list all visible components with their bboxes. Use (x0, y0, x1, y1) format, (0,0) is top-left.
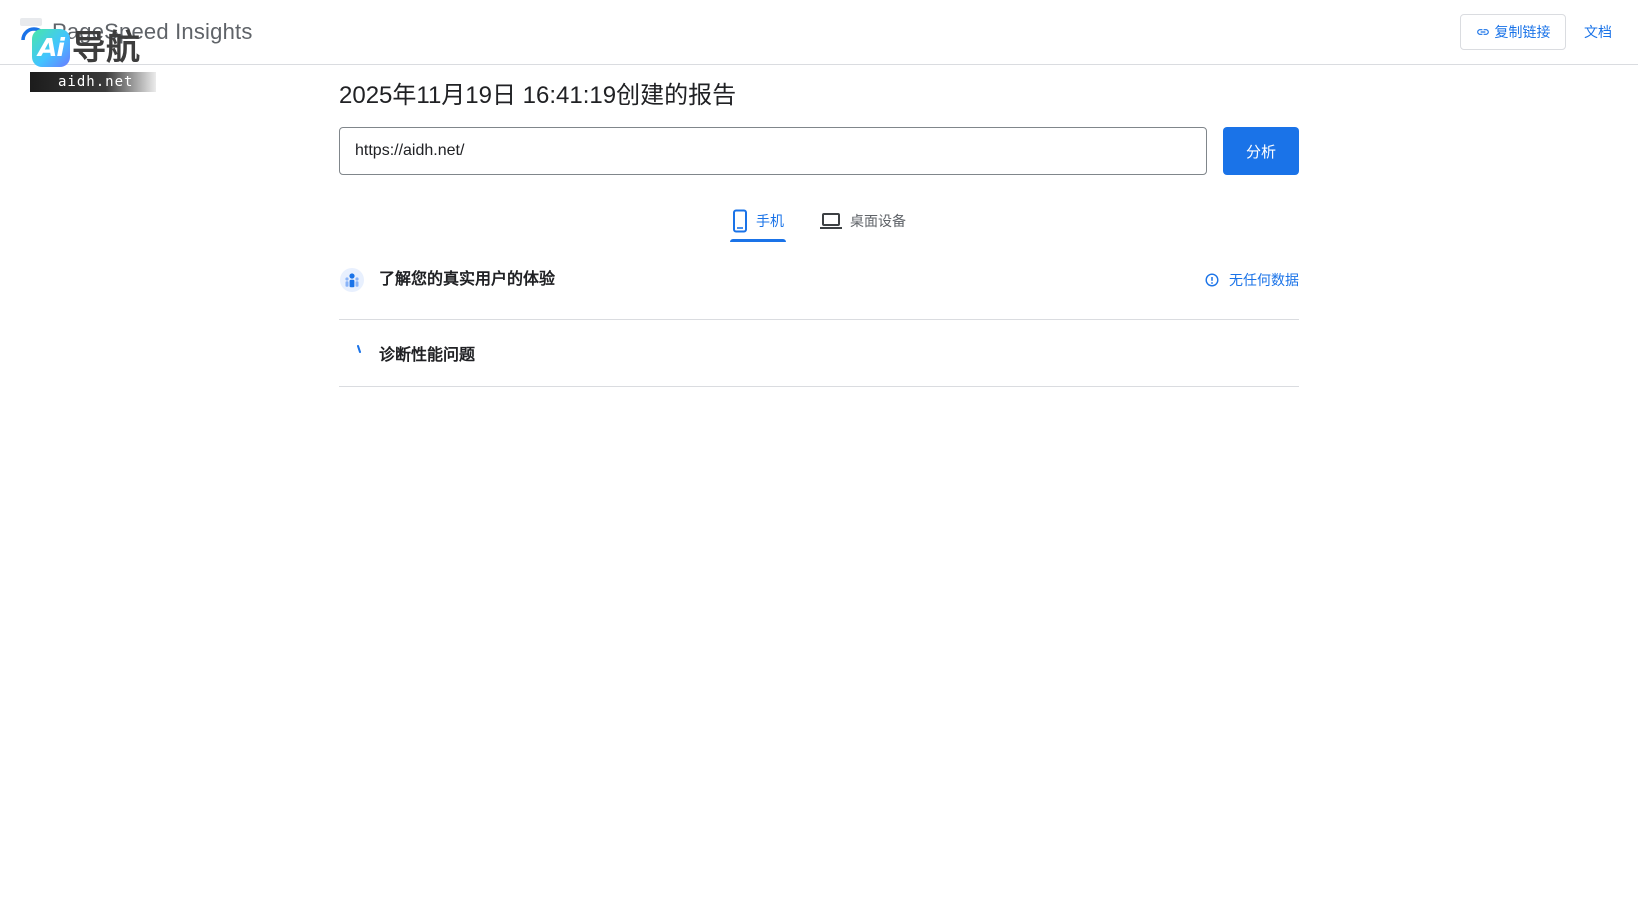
url-input[interactable] (339, 127, 1207, 175)
analyze-button[interactable]: 分析 (1223, 127, 1299, 175)
docs-link[interactable]: 文档 (1584, 20, 1612, 44)
device-tabs: 手机 桌面设备 (730, 200, 940, 242)
no-data-label: 无任何数据 (1229, 272, 1299, 288)
watermark-url: aidh.net (30, 72, 156, 92)
mobile-icon (733, 209, 747, 233)
tab-desktop-label: 桌面设备 (850, 213, 906, 229)
watermark: Ai 导航 aidh.net (28, 22, 158, 94)
copy-link-button[interactable]: 复制链接 (1460, 14, 1566, 50)
no-data-status[interactable]: 无任何数据 (1205, 268, 1299, 292)
report-title: 2025年11月19日 16:41:19创建的报告 (339, 82, 737, 109)
tab-mobile-label: 手机 (756, 213, 784, 229)
info-icon (1205, 273, 1219, 287)
loading-spinner-icon (355, 342, 363, 360)
tab-mobile[interactable]: 手机 (730, 200, 786, 242)
tab-desktop[interactable]: 桌面设备 (818, 200, 908, 242)
users-icon (339, 267, 365, 298)
real-user-experience-section[interactable]: 了解您的真实用户的体验 无任何数据 (339, 244, 1299, 320)
watermark-name: 导航 (72, 28, 140, 68)
copy-link-label: 复制链接 (1494, 24, 1551, 40)
watermark-badge: Ai (32, 29, 70, 67)
link-icon (1476, 29, 1489, 35)
top-bar: PageSpeed Insights 复制链接 文档 (0, 0, 1638, 65)
real-user-experience-title: 了解您的真实用户的体验 (379, 271, 556, 288)
diagnose-performance-title: 诊断性能问题 (379, 347, 476, 364)
laptop-icon (820, 213, 842, 229)
diagnose-performance-section[interactable]: 诊断性能问题 (339, 310, 1299, 387)
